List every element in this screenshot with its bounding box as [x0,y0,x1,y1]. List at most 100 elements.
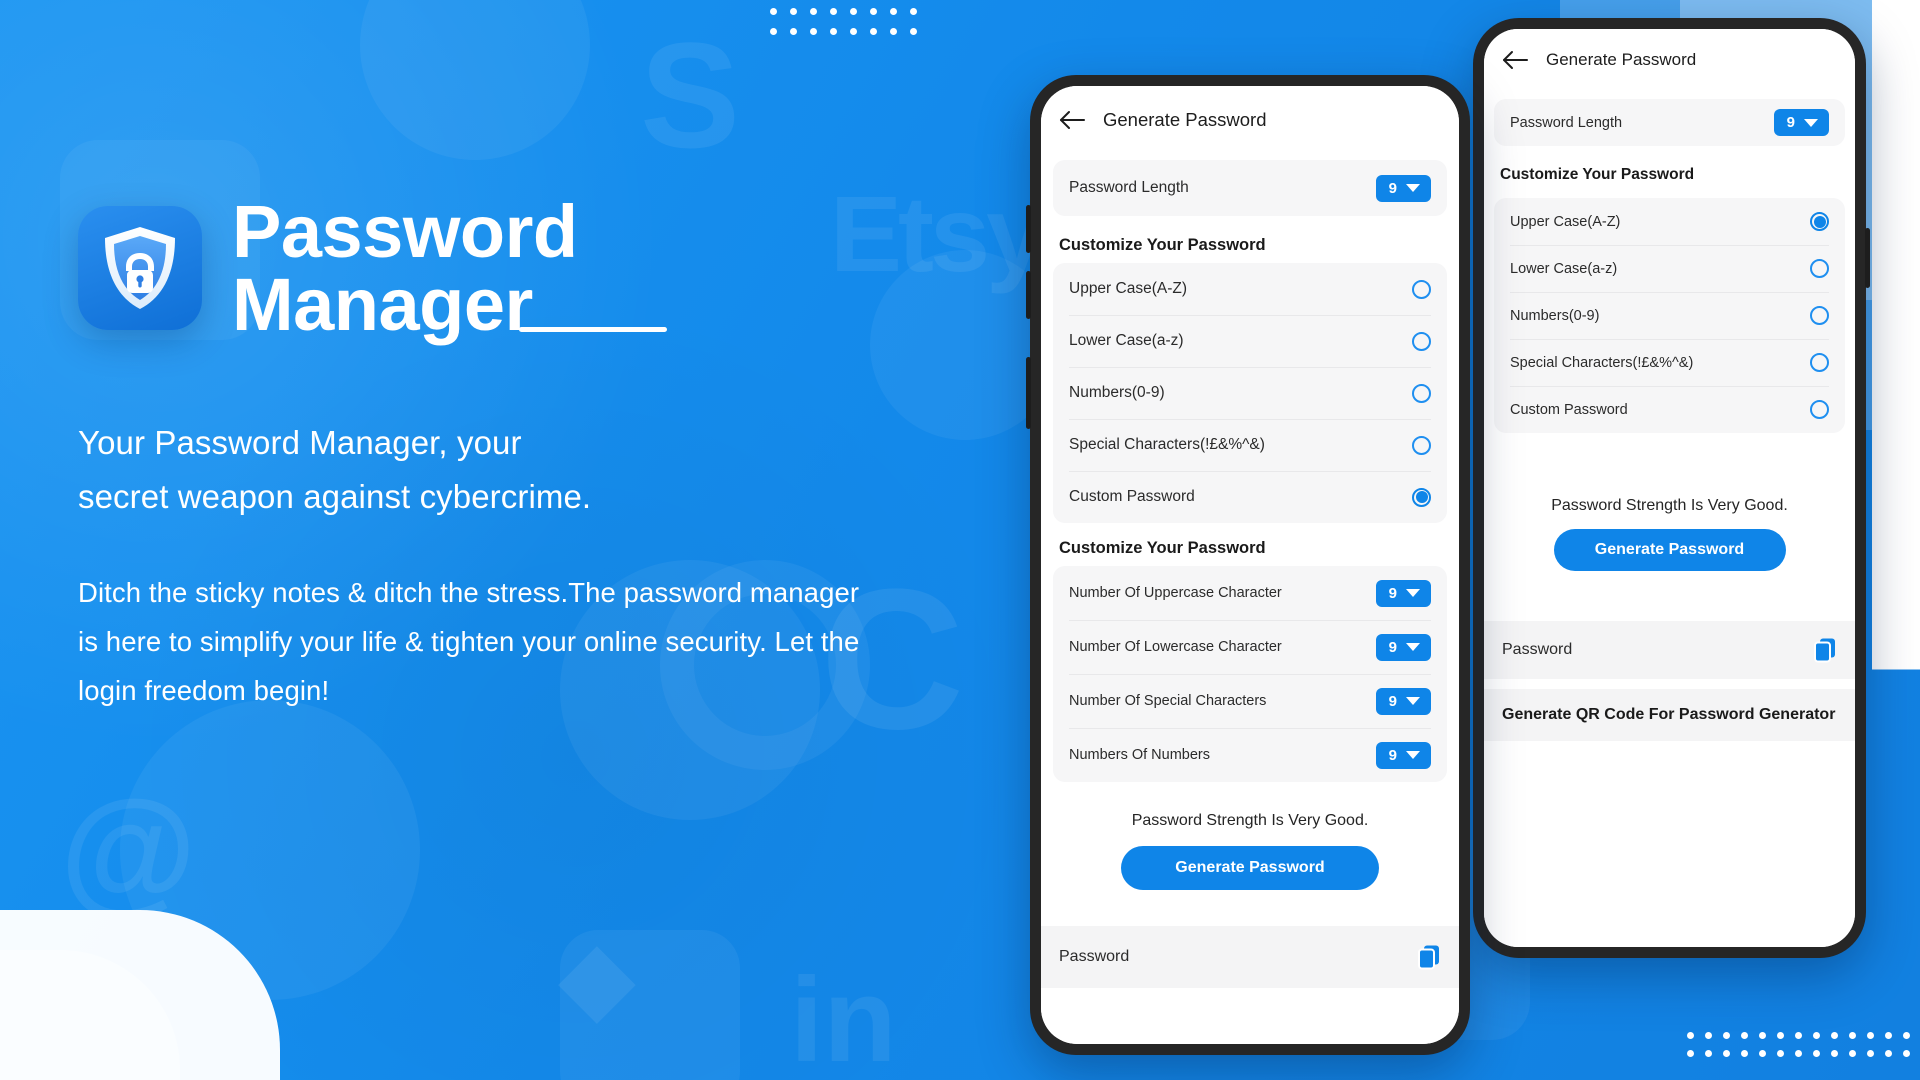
password-strength-text-front: Password Strength Is Very Good. [1131,812,1369,829]
option-label: Custom Password [1069,488,1195,505]
dot [870,28,877,35]
option-label: Numbers(0-9) [1510,307,1600,324]
chevron-down-icon [1406,589,1420,597]
copy-icon[interactable] [1417,944,1441,970]
radio-numbers[interactable] [1412,383,1431,403]
dot [790,28,797,35]
phone-volume-down-button[interactable] [1026,271,1031,319]
dot [1849,1050,1856,1057]
option-row-custom-password[interactable]: Custom Password [1494,386,1845,433]
dot [1795,1032,1802,1039]
radio-lower-case[interactable] [1810,259,1829,278]
counter-dropdown-numbers[interactable]: 9 [1375,741,1431,769]
hero-panel: Password Manager Your Password Manager, … [78,195,868,716]
generate-qr-row-back[interactable]: Generate QR Code For Password Generator [1484,689,1855,741]
password-length-value: 9 [1388,179,1397,197]
counter-label: Number Of Special Characters [1069,693,1267,709]
radio-custom-password[interactable] [1810,400,1829,419]
password-placeholder: Password [1502,641,1573,658]
counter-value: 9 [1388,584,1397,602]
password-length-dropdown[interactable]: 9 [1375,174,1431,202]
radio-numbers[interactable] [1810,306,1829,325]
phone-mockup-front: Generate Password Password Length 9 Cust… [1026,75,1470,1055]
dot [870,8,877,15]
dot [1723,1032,1730,1039]
password-length-row-front[interactable]: Password Length 9 [1053,160,1447,216]
dot [890,8,897,15]
counter-dropdown-lowercase[interactable]: 9 [1375,633,1431,661]
option-row-lower-case[interactable]: Lower Case(a-z) [1494,245,1845,292]
dot [1867,1050,1874,1057]
dot [1795,1050,1802,1057]
option-row-special-characters[interactable]: Special Characters(!£&%^&) [1494,339,1845,386]
password-length-label: Password Length [1069,179,1189,196]
phone-power-button[interactable] [1026,357,1031,429]
dot [770,28,777,35]
dot [910,28,917,35]
title-block: Password Manager [232,195,667,342]
dot [1885,1050,1892,1057]
option-row-numbers[interactable]: Numbers(0-9) [1053,367,1447,419]
dot [890,28,897,35]
dot [910,8,917,15]
counter-label: Number Of Uppercase Character [1069,585,1282,601]
password-length-label: Password Length [1510,114,1623,131]
password-output-field-back[interactable]: Password [1484,621,1855,679]
dot [1885,1032,1892,1039]
radio-special-characters[interactable] [1810,353,1829,372]
password-length-dropdown[interactable]: 9 [1773,109,1829,136]
option-row-special-characters[interactable]: Special Characters(!£&%^&) [1053,419,1447,471]
counter-row-uppercase[interactable]: Number Of Uppercase Character 9 [1053,566,1447,620]
chevron-down-icon [1406,697,1420,705]
generate-password-screen-back: Generate Password Password Length 9 Cust… [1484,29,1855,947]
arrow-left-icon[interactable] [1498,43,1532,77]
appbar-title: Generate Password [1103,109,1267,130]
option-row-upper-case[interactable]: Upper Case(A-Z) [1494,198,1845,245]
option-row-numbers[interactable]: Numbers(0-9) [1494,292,1845,339]
appbar-back: Generate Password [1484,29,1855,91]
option-row-lower-case[interactable]: Lower Case(a-z) [1053,315,1447,367]
counter-row-numbers[interactable]: Numbers Of Numbers 9 [1053,728,1447,782]
counter-dropdown-special[interactable]: 9 [1375,687,1431,715]
dot [790,8,797,15]
dot [830,8,837,15]
dot [1759,1050,1766,1057]
generate-password-button-front[interactable]: Generate Password [1121,846,1379,890]
password-length-value: 9 [1786,114,1795,131]
counter-dropdown-uppercase[interactable]: 9 [1375,579,1431,607]
copy-icon[interactable] [1813,637,1837,663]
dot [1705,1050,1712,1057]
chevron-down-icon [1406,184,1420,192]
dot [1687,1032,1694,1039]
dot [770,8,777,15]
radio-lower-case[interactable] [1412,331,1431,351]
radio-special-characters[interactable] [1412,435,1431,455]
dot [1831,1050,1838,1057]
dot [810,28,817,35]
password-output-field-front[interactable]: Password [1041,926,1459,988]
dot [830,28,837,35]
phone-screen-back: Generate Password Password Length 9 Cust… [1484,29,1855,947]
brand-row: Password Manager [78,195,868,342]
dot [810,8,817,15]
counter-label: Number Of Lowercase Character [1069,639,1282,655]
option-label: Special Characters(!£&%^&) [1069,436,1265,453]
counter-row-special[interactable]: Number Of Special Characters 9 [1053,674,1447,728]
phone-volume-up-button[interactable] [1026,205,1031,253]
dot [1849,1032,1856,1039]
hero-tagline: Your Password Manager, your secret weapo… [78,423,592,516]
radio-upper-case[interactable] [1412,279,1431,299]
password-length-row-back[interactable]: Password Length 9 [1494,99,1845,146]
option-row-custom-password[interactable]: Custom Password [1053,471,1447,523]
radio-custom-password[interactable] [1412,487,1431,507]
dot [1759,1032,1766,1039]
radio-upper-case[interactable] [1810,212,1829,231]
option-row-upper-case[interactable]: Upper Case(A-Z) [1053,263,1447,315]
generate-password-button-back[interactable]: Generate Password [1553,529,1786,571]
appbar-front: Generate Password [1041,86,1459,154]
counter-row-lowercase[interactable]: Number Of Lowercase Character 9 [1053,620,1447,674]
dot [1777,1050,1784,1057]
phone-side-button[interactable] [1865,228,1870,288]
arrow-left-icon[interactable] [1055,103,1089,137]
dot [1741,1032,1748,1039]
